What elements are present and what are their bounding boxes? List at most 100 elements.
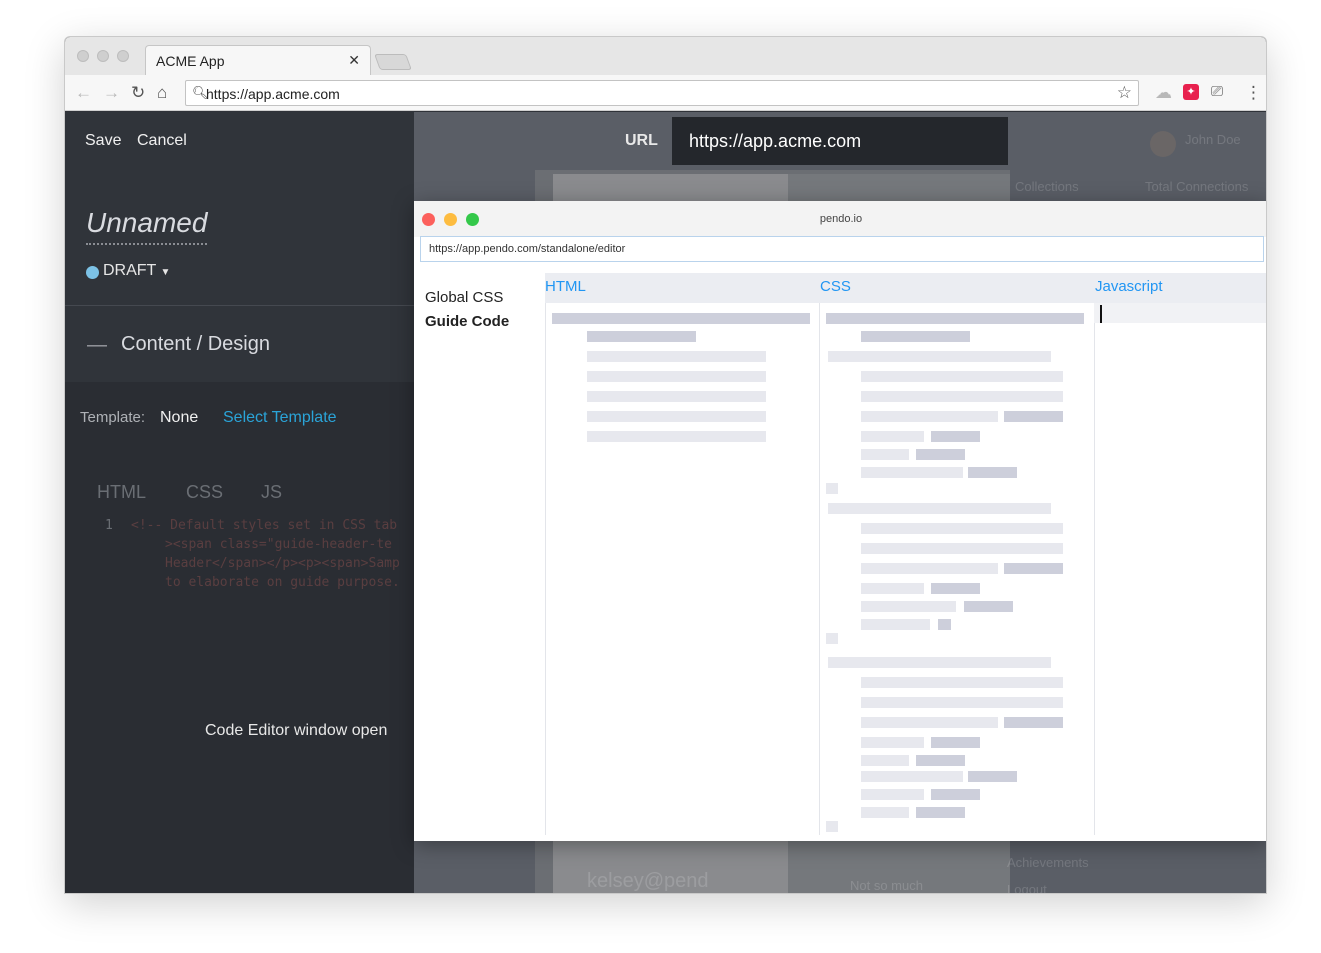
- editor-titlebar: pendo.io: [414, 201, 1266, 237]
- tab-title: ACME App: [156, 53, 225, 69]
- code-placeholder: [826, 483, 838, 494]
- forward-icon[interactable]: →: [103, 83, 120, 103]
- code-placeholder: [861, 411, 998, 422]
- background-collections: Collections: [1015, 179, 1079, 194]
- code-placeholder: [587, 331, 696, 342]
- sidebar-item-global-css[interactable]: Global CSS: [425, 289, 503, 306]
- css-editor-pane[interactable]: [819, 303, 1094, 835]
- code-line: to elaborate on guide purpose.: [165, 575, 400, 590]
- tab-javascript-column[interactable]: Javascript: [1095, 278, 1163, 295]
- url-field[interactable]: https://app.acme.com: [672, 117, 1008, 165]
- background-logout: Logout: [1007, 882, 1047, 894]
- background-achievements: Achievements: [1007, 855, 1089, 870]
- cast-icon[interactable]: ⎚: [1211, 83, 1223, 100]
- code-placeholder: [861, 431, 924, 442]
- code-placeholder: [587, 431, 766, 442]
- editor-status-text: Code Editor window open: [205, 722, 388, 739]
- tab-css-column[interactable]: CSS: [820, 278, 851, 295]
- background-total-connections: Total Connections: [1145, 179, 1249, 194]
- window-close-button[interactable]: [77, 50, 89, 62]
- code-placeholder: [964, 601, 1013, 612]
- text-cursor: [1100, 305, 1102, 323]
- status-dropdown[interactable]: DRAFT ▼: [103, 262, 170, 280]
- status-label: DRAFT: [103, 262, 157, 279]
- collapse-icon[interactable]: —: [87, 334, 107, 357]
- code-line: ><span class="guide-header-te: [165, 537, 392, 552]
- code-line: <!-- Default styles set in CSS tab: [131, 518, 398, 533]
- javascript-editor-pane[interactable]: [1094, 303, 1266, 835]
- save-button[interactable]: Save: [85, 132, 121, 150]
- code-line: Header</span></p><p><span>Samp: [165, 556, 400, 571]
- window-maximize-button[interactable]: [117, 50, 129, 62]
- code-editor-window: pendo.io https://app.pendo.com/standalon…: [414, 201, 1266, 841]
- code-placeholder: [861, 391, 1063, 402]
- code-placeholder: [826, 633, 838, 644]
- code-placeholder: [861, 807, 909, 818]
- background-user-name: John Doe: [1185, 132, 1241, 147]
- code-placeholder: [828, 657, 1051, 668]
- code-placeholder: [861, 697, 1063, 708]
- browser-tab[interactable]: ACME App ✕: [145, 45, 371, 75]
- code-placeholder: [968, 467, 1017, 478]
- back-icon[interactable]: ←: [75, 83, 92, 103]
- code-placeholder: [861, 563, 998, 574]
- editor-url: https://app.pendo.com/standalone/editor: [429, 243, 626, 255]
- code-placeholder: [861, 601, 956, 612]
- code-placeholder: [587, 391, 766, 402]
- code-placeholder: [861, 619, 930, 630]
- address-bar-url: https://app.acme.com: [206, 86, 340, 102]
- guide-name-field[interactable]: Unnamed: [86, 207, 208, 245]
- address-bar[interactable]: 🔍︎ https://app.acme.com ☆: [185, 80, 1139, 106]
- browser-window: ACME App ✕ ← → ↻ ⌂ 🔍︎ https://app.acme.c…: [64, 36, 1267, 894]
- editor-window-title: pendo.io: [819, 213, 863, 225]
- code-placeholder: [861, 449, 909, 460]
- menu-icon[interactable]: ⋮: [1245, 83, 1262, 103]
- guide-designer-panel: Save Cancel Unnamed DRAFT ▼ — Content / …: [65, 112, 414, 893]
- reload-icon[interactable]: ↻: [131, 83, 145, 103]
- cancel-button[interactable]: Cancel: [137, 132, 187, 150]
- page-viewport: 2500 Collections Total Connections John …: [65, 112, 1266, 894]
- new-tab-button[interactable]: [374, 54, 412, 70]
- tab-html-column[interactable]: HTML: [545, 278, 586, 295]
- tab-strip: ACME App ✕: [65, 37, 1266, 75]
- code-placeholder: [861, 755, 909, 766]
- code-placeholder: [826, 313, 1084, 324]
- code-placeholder: [861, 371, 1063, 382]
- code-placeholder: [916, 755, 965, 766]
- editor-url-bar[interactable]: https://app.pendo.com/standalone/editor: [420, 236, 1264, 262]
- drive-icon[interactable]: ☁: [1155, 83, 1172, 103]
- status-indicator-icon: [86, 266, 99, 279]
- code-placeholder: [861, 583, 924, 594]
- sidebar-item-guide-code[interactable]: Guide Code: [425, 313, 509, 330]
- pendo-icon[interactable]: ✦: [1183, 84, 1199, 100]
- code-placeholder: [861, 771, 963, 782]
- code-placeholder: [931, 737, 980, 748]
- url-label: URL: [625, 132, 658, 149]
- code-placeholder: [1004, 411, 1063, 422]
- code-placeholder: [861, 331, 970, 342]
- section-title[interactable]: Content / Design: [121, 333, 270, 356]
- code-placeholder: [938, 619, 951, 630]
- chevron-down-icon: ▼: [160, 267, 171, 278]
- url-value: https://app.acme.com: [689, 131, 862, 151]
- bookmark-star-icon[interactable]: ☆: [1117, 83, 1132, 103]
- code-placeholder: [826, 821, 838, 832]
- html-editor-pane[interactable]: [545, 303, 819, 835]
- tab-js[interactable]: JS: [261, 482, 282, 503]
- code-placeholder: [861, 523, 1063, 534]
- background-user-email: kelsey@pend: [587, 870, 709, 892]
- code-placeholder: [587, 411, 766, 422]
- tab-close-icon[interactable]: ✕: [348, 52, 360, 69]
- code-placeholder: [861, 737, 924, 748]
- code-placeholder: [1004, 717, 1063, 728]
- window-minimize-button[interactable]: [97, 50, 109, 62]
- code-placeholder: [1004, 563, 1063, 574]
- tab-html[interactable]: HTML: [97, 482, 146, 503]
- template-value: None: [160, 409, 199, 426]
- code-placeholder: [916, 449, 965, 460]
- avatar: [1150, 131, 1176, 157]
- home-icon[interactable]: ⌂: [157, 83, 167, 103]
- select-template-link[interactable]: Select Template: [223, 409, 337, 427]
- code-placeholder: [552, 313, 810, 324]
- tab-css[interactable]: CSS: [186, 482, 223, 503]
